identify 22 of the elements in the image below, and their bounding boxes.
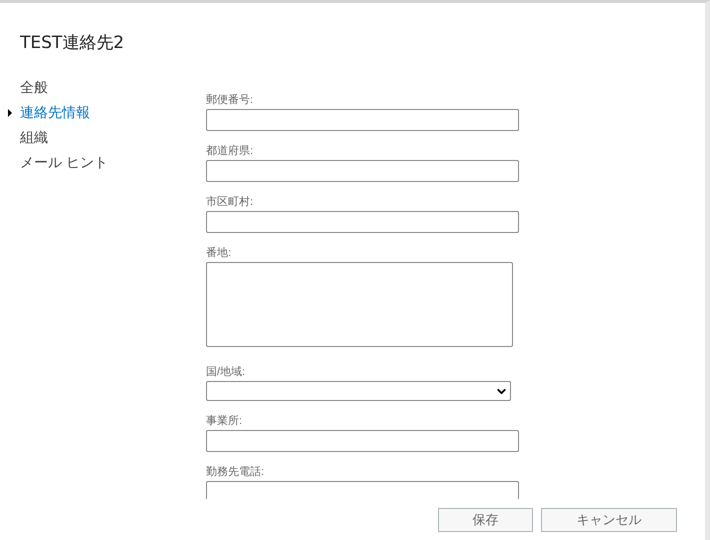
nav-link[interactable]: 組織 (20, 127, 48, 148)
text-field[interactable] (206, 109, 519, 131)
cancel-button[interactable]: キャンセル (541, 508, 677, 532)
text-field[interactable] (206, 160, 519, 182)
field-label: 都道府県: (206, 144, 254, 158)
field-label: 市区町村: (206, 195, 254, 209)
dropdown-field[interactable] (206, 381, 511, 401)
nav-link[interactable]: 全般 (20, 77, 48, 98)
field-label: 郵便番号: (206, 93, 254, 107)
field-label: 勤務先電話: (206, 465, 264, 479)
nav-link[interactable]: メール ヒント (20, 152, 108, 173)
selected-triangle-icon (8, 108, 12, 116)
nav-link[interactable]: 連絡先情報 (20, 102, 90, 123)
text-field[interactable] (206, 430, 519, 452)
field-label: 国/地域: (206, 365, 246, 379)
save-button[interactable]: 保存 (438, 508, 533, 532)
text-area[interactable] (206, 262, 513, 347)
field-label: 事業所: (206, 414, 242, 428)
text-field[interactable] (206, 481, 519, 499)
field-label: 番地: (206, 246, 232, 260)
dialog-title: TEST連絡先2 (20, 32, 124, 55)
text-field[interactable] (206, 211, 519, 233)
